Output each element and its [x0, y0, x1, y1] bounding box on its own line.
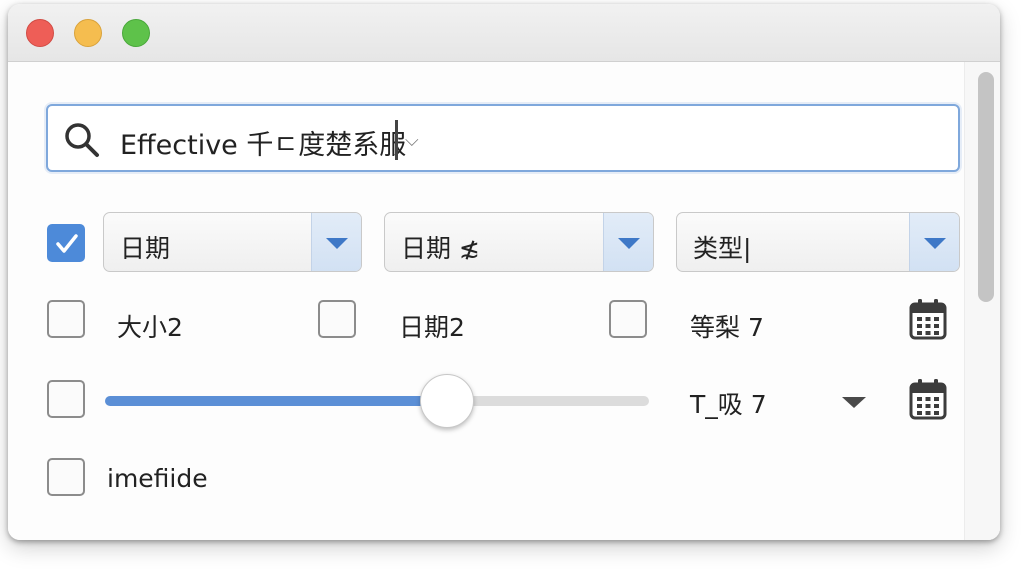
triangle-down-icon [326, 238, 348, 249]
select-date[interactable]: 日期 [103, 212, 362, 272]
triangle-down-icon[interactable] [842, 397, 866, 408]
zoom-button[interactable] [122, 19, 150, 47]
triangle-down-icon [618, 238, 640, 249]
scrollbar-thumb[interactable] [978, 72, 994, 302]
select-type-arrow[interactable] [909, 213, 959, 271]
select-date-label: 日期 [120, 234, 171, 263]
slider-row-label: T_吸 7 [690, 390, 767, 419]
size-label: 大小2 [117, 313, 183, 342]
size-checkbox[interactable] [47, 300, 85, 338]
select-date-2-label: 日期 ≴ [401, 234, 480, 263]
calendar-icon[interactable] [909, 298, 947, 340]
slider-track-filled[interactable] [105, 396, 445, 406]
date2-checkbox[interactable] [318, 300, 356, 338]
content-area: Effective 千ㄷ度楚系服 ⌵ 日期 日期 ≴ 类型| 大小2 日期2 等… [8, 62, 1000, 540]
text-caret [395, 120, 398, 160]
select-type-label: 类型| [693, 234, 752, 263]
row1-checkbox[interactable] [47, 224, 85, 262]
grade-checkbox[interactable] [609, 300, 647, 338]
slider-thumb[interactable] [420, 374, 474, 428]
slider-track-empty[interactable] [445, 396, 649, 406]
imefiide-checkbox[interactable] [47, 458, 85, 496]
slider-row-checkbox[interactable] [47, 380, 85, 418]
chevron-down-icon[interactable]: ⌵ [405, 130, 419, 151]
calendar-icon[interactable] [909, 378, 947, 420]
close-button[interactable] [26, 19, 54, 47]
checkmark-icon [56, 234, 78, 253]
search-field[interactable]: Effective 千ㄷ度楚系服 ⌵ [46, 104, 960, 172]
search-icon [65, 123, 99, 157]
select-type[interactable]: 类型| [676, 212, 960, 272]
app-window: Effective 千ㄷ度楚系服 ⌵ 日期 日期 ≴ 类型| 大小2 日期2 等… [8, 4, 1000, 540]
triangle-down-icon [924, 238, 946, 249]
imefiide-label: imefiide [107, 464, 208, 493]
scrollbar-track[interactable] [964, 62, 1000, 540]
minimize-button[interactable] [74, 19, 102, 47]
select-date-arrow[interactable] [311, 213, 361, 271]
select-date-2[interactable]: 日期 ≴ [384, 212, 654, 272]
search-input-value[interactable]: Effective 千ㄷ度楚系服 [120, 123, 406, 162]
date2-label: 日期2 [399, 313, 465, 342]
grade-label: 等梨 7 [690, 313, 764, 342]
title-bar [8, 4, 1000, 62]
select-date-2-arrow[interactable] [603, 213, 653, 271]
